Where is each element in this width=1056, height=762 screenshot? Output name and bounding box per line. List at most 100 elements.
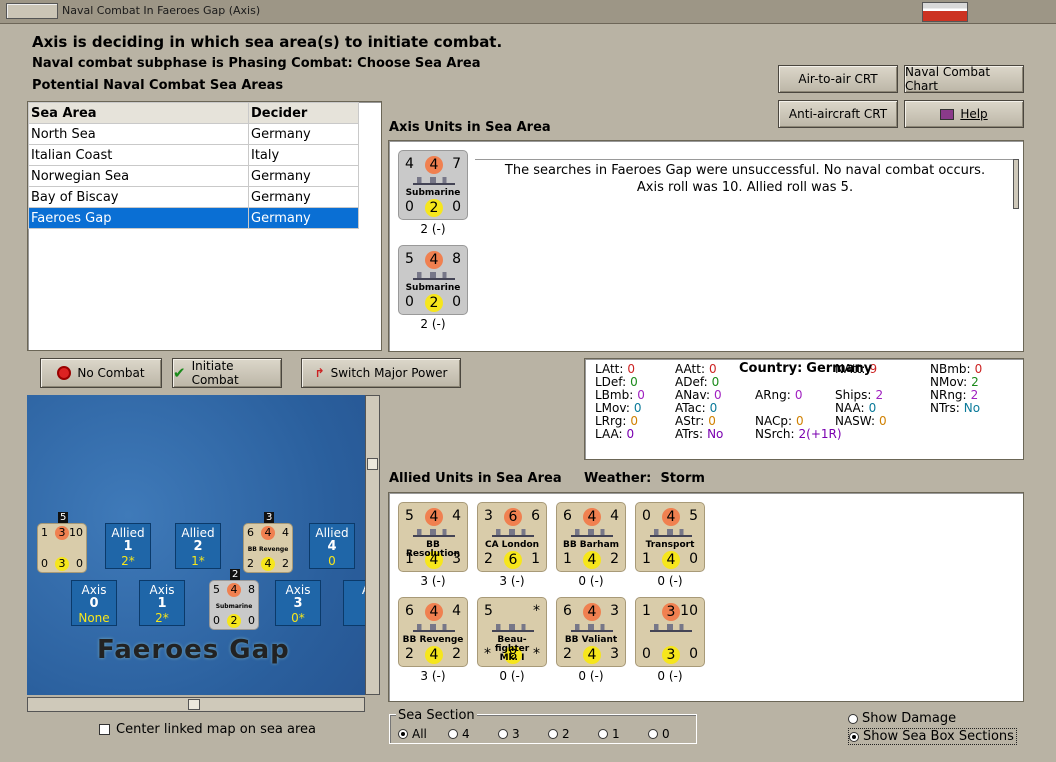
- unit-counter[interactable]: 1 10 0 0 3 3: [635, 597, 705, 667]
- unit-counter[interactable]: 4 7 0 0 4 2 Submarine: [398, 150, 468, 220]
- stat-label: LAA:: [595, 427, 623, 441]
- unit-counter[interactable]: 5 4 1 3 4 4 BB Resolution: [398, 502, 468, 572]
- movement-value-badge: 4: [583, 551, 601, 569]
- unit-name: Transport: [645, 540, 695, 550]
- axis-sea-box[interactable]: Axis 3 0*: [275, 580, 321, 626]
- unit-counter[interactable]: 5 8 0 0 4 2 Submarine: [398, 245, 468, 315]
- sea-section-option-All[interactable]: All: [398, 727, 448, 741]
- stat-label: ATrs:: [675, 427, 704, 441]
- center-map-option[interactable]: Center linked map on sea area: [99, 722, 316, 737]
- sea-section-radio[interactable]: [648, 729, 658, 739]
- col-decider[interactable]: Decider: [248, 102, 359, 124]
- unit-stat: 5: [689, 508, 698, 524]
- sea-section-option-2[interactable]: 2: [548, 727, 598, 741]
- stat-value: 0: [711, 375, 720, 389]
- table-row[interactable]: Bay of Biscay Germany: [28, 186, 359, 208]
- unit-stat: 4: [452, 603, 461, 619]
- unit-stat: 5: [213, 583, 220, 596]
- unit-stat: 0: [41, 557, 48, 570]
- table-row-selected[interactable]: Faeroes Gap Germany: [28, 207, 359, 229]
- table-row[interactable]: North Sea Germany: [28, 123, 359, 145]
- stat-label: NASW:: [835, 414, 876, 428]
- country-indicator: Country: Germany: [739, 361, 872, 376]
- anti-aircraft-crt-button[interactable]: Anti-aircraft CRT: [778, 100, 898, 128]
- stat-label: LMov:: [595, 401, 630, 415]
- attack-value-badge: 4: [261, 526, 275, 540]
- unit-counter[interactable]: 6 4 2 2 4 4 BB Revenge: [398, 597, 468, 667]
- unit-counter[interactable]: 0 5 1 0 4 4 Transport: [635, 502, 705, 572]
- unit-counter[interactable]: 6 3 2 3 4 4 BB Valiant: [556, 597, 626, 667]
- sea-section-radio[interactable]: [548, 729, 558, 739]
- show-damage-option[interactable]: Show Damage: [848, 711, 956, 726]
- center-map-checkbox[interactable]: [99, 724, 110, 735]
- no-combat-button[interactable]: No Combat: [40, 358, 162, 388]
- stat-value: No: [707, 427, 724, 441]
- unit-stat: 4: [610, 508, 619, 524]
- unit-counter[interactable]: 5 * * * 8 Beau- fighter Mk. I: [477, 597, 547, 667]
- initiate-combat-button[interactable]: ✔ Initiate Combat: [172, 358, 282, 388]
- sea-section-radio[interactable]: [598, 729, 608, 739]
- vertical-scroll-thumb[interactable]: [367, 458, 378, 470]
- unit-stat: 2: [405, 646, 414, 662]
- horizontal-scroll-thumb[interactable]: [188, 699, 200, 710]
- message-scrollbar[interactable]: [1013, 159, 1019, 209]
- air-to-air-crt-button[interactable]: Air-to-air CRT: [778, 65, 898, 93]
- show-sections-radio[interactable]: [849, 731, 859, 742]
- allied-sea-box[interactable]: Allied 2 1*: [175, 523, 221, 569]
- map-unit-stack[interactable]: 5 8 0 0 4 2 Submarine 2: [209, 569, 259, 630]
- unit-counter[interactable]: 3 6 2 1 6 6 CA London: [477, 502, 547, 572]
- unit-damage-status: 0 (-): [578, 574, 604, 588]
- box-section-number: 1: [157, 596, 167, 611]
- sea-section-option-1[interactable]: 1: [598, 727, 648, 741]
- show-sections-option[interactable]: Show Sea Box Sections: [848, 728, 1017, 745]
- stat-row: NAA: 0: [835, 401, 876, 415]
- sea-section-radio[interactable]: [498, 729, 508, 739]
- col-sea-area[interactable]: Sea Area: [28, 102, 249, 124]
- sea-section-label: Sea Section: [396, 708, 477, 723]
- sea-section-option-0[interactable]: 0: [648, 727, 698, 741]
- stat-label: ATac:: [675, 401, 706, 415]
- map-unit-stack[interactable]: 6 4 2 2 4 4 BB Revenge 3: [243, 512, 293, 573]
- switch-major-power-button[interactable]: ↱ Switch Major Power: [301, 358, 461, 388]
- map-vertical-scrollbar[interactable]: [365, 395, 380, 695]
- axis-sea-box[interactable]: A: [343, 580, 365, 626]
- help-button[interactable]: Help: [904, 100, 1024, 128]
- unit-counter[interactable]: 6 4 1 2 4 4 BB Barham: [556, 502, 626, 572]
- naval-combat-chart-button[interactable]: Naval Combat Chart: [904, 65, 1024, 93]
- sea-section-option-3[interactable]: 3: [498, 727, 548, 741]
- show-sections-label: Show Sea Box Sections: [863, 729, 1014, 744]
- stat-value: 2: [971, 375, 979, 389]
- sea-section-radio[interactable]: [448, 729, 458, 739]
- allied-sea-box[interactable]: Allied 4 0: [309, 523, 355, 569]
- allied-sea-box[interactable]: Allied 1 2*: [105, 523, 151, 569]
- table-row[interactable]: Norwegian Sea Germany: [28, 165, 359, 187]
- map-horizontal-scrollbar[interactable]: [27, 697, 365, 712]
- attack-value-badge: 4: [583, 603, 601, 621]
- attack-value-badge: 4: [583, 508, 601, 526]
- axis-sea-box[interactable]: Axis 1 2*: [139, 580, 185, 626]
- help-label: Help: [960, 107, 988, 121]
- sea-area-map[interactable]: Faeroes Gap Allied 1 2* Allied 2 1* Allied 4 0 Ax…: [27, 395, 365, 695]
- movement-value-badge: 4: [583, 646, 601, 664]
- system-menu-button[interactable]: [6, 3, 58, 19]
- map-unit-stack[interactable]: 1 10 0 0 3 3 5: [37, 512, 87, 573]
- stat-value: 0: [630, 414, 639, 428]
- unit-stat: 4: [405, 156, 414, 172]
- unit-stat: 3: [610, 603, 619, 619]
- sea-section-radio[interactable]: [398, 729, 408, 739]
- sea-section-option-4[interactable]: 4: [448, 727, 498, 741]
- ship-silhouette-icon: [492, 529, 534, 537]
- stat-row: LAA: 0: [595, 427, 634, 441]
- show-damage-radio[interactable]: [848, 713, 858, 724]
- stat-label: ADef:: [675, 375, 708, 389]
- stat-label: NTrs:: [930, 401, 960, 415]
- unit-stat: 4: [282, 526, 289, 539]
- stat-label: NACp:: [755, 414, 793, 428]
- unit-stat: 0: [405, 199, 414, 215]
- attack-value-badge: 4: [425, 156, 443, 174]
- unit-stat: 10: [680, 603, 698, 619]
- table-row[interactable]: Italian Coast Italy: [28, 144, 359, 166]
- axis-sea-box[interactable]: Axis 0 None: [71, 580, 117, 626]
- stat-value: 0: [796, 414, 804, 428]
- unit-stat: 8: [248, 583, 255, 596]
